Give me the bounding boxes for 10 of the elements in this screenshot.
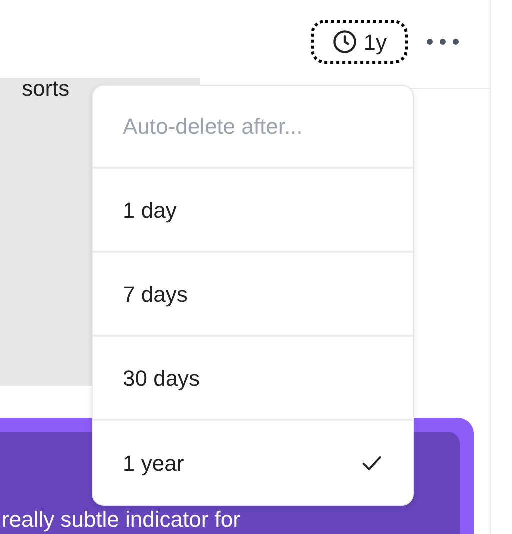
menu-heading: Auto-delete after... [123,113,303,141]
clock-icon [332,29,358,55]
more-icon[interactable] [426,38,460,46]
menu-item[interactable]: 1 year [93,421,413,505]
card-text: really subtle indicator for [2,508,242,532]
menu-item[interactable]: 30 days [93,337,413,421]
menu-item[interactable]: 7 days [93,253,413,337]
retention-button[interactable]: 1y [310,20,408,64]
menu-item[interactable]: 1 day [93,169,413,253]
note-text: sorts [22,78,71,100]
